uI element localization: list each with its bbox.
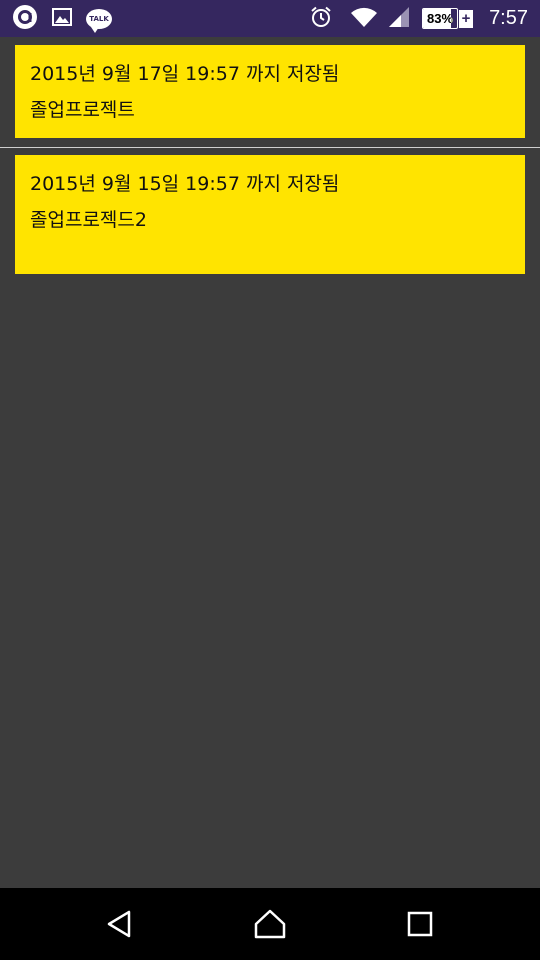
recents-icon [407, 911, 433, 937]
note-title: 졸업프로젝드2 [30, 209, 147, 231]
home-button[interactable] [230, 888, 310, 960]
home-icon [254, 909, 286, 939]
recents-button[interactable] [380, 888, 460, 960]
image-icon [52, 8, 72, 30]
battery-charging-icon: + [459, 9, 474, 28]
clock: 7:57 [489, 7, 528, 29]
notification-icons: TALK [12, 4, 112, 34]
note-saved-date: 2015년 9월 17일 19:57 까지 저장됨 [30, 63, 340, 85]
kakaotalk-icon: TALK [86, 9, 112, 33]
battery-icon: 83% + [422, 8, 474, 29]
back-icon [107, 910, 131, 938]
battery-percent: 83% [427, 11, 454, 26]
battery-level: 83% [422, 8, 459, 29]
note-saved-date: 2015년 9월 15일 19:57 까지 저장됨 [30, 173, 340, 195]
navigation-bar [0, 888, 540, 960]
note-item-2[interactable]: 2015년 9월 15일 19:57 까지 저장됨 졸업프로젝드2 [15, 155, 525, 274]
note-item-1[interactable]: 2015년 9월 17일 19:57 까지 저장됨 졸업프로젝트 [15, 45, 525, 138]
note-title: 졸업프로젝트 [30, 99, 135, 121]
app-circle-icon [12, 4, 38, 34]
back-button[interactable] [80, 888, 160, 960]
list-divider [0, 147, 540, 148]
signal-icon [388, 6, 410, 32]
system-icons: 83% + 7:57 [310, 0, 528, 37]
alarm-icon [310, 6, 332, 32]
wifi-icon [350, 6, 378, 32]
status-bar: TALK 83% + 7:57 [0, 0, 540, 37]
